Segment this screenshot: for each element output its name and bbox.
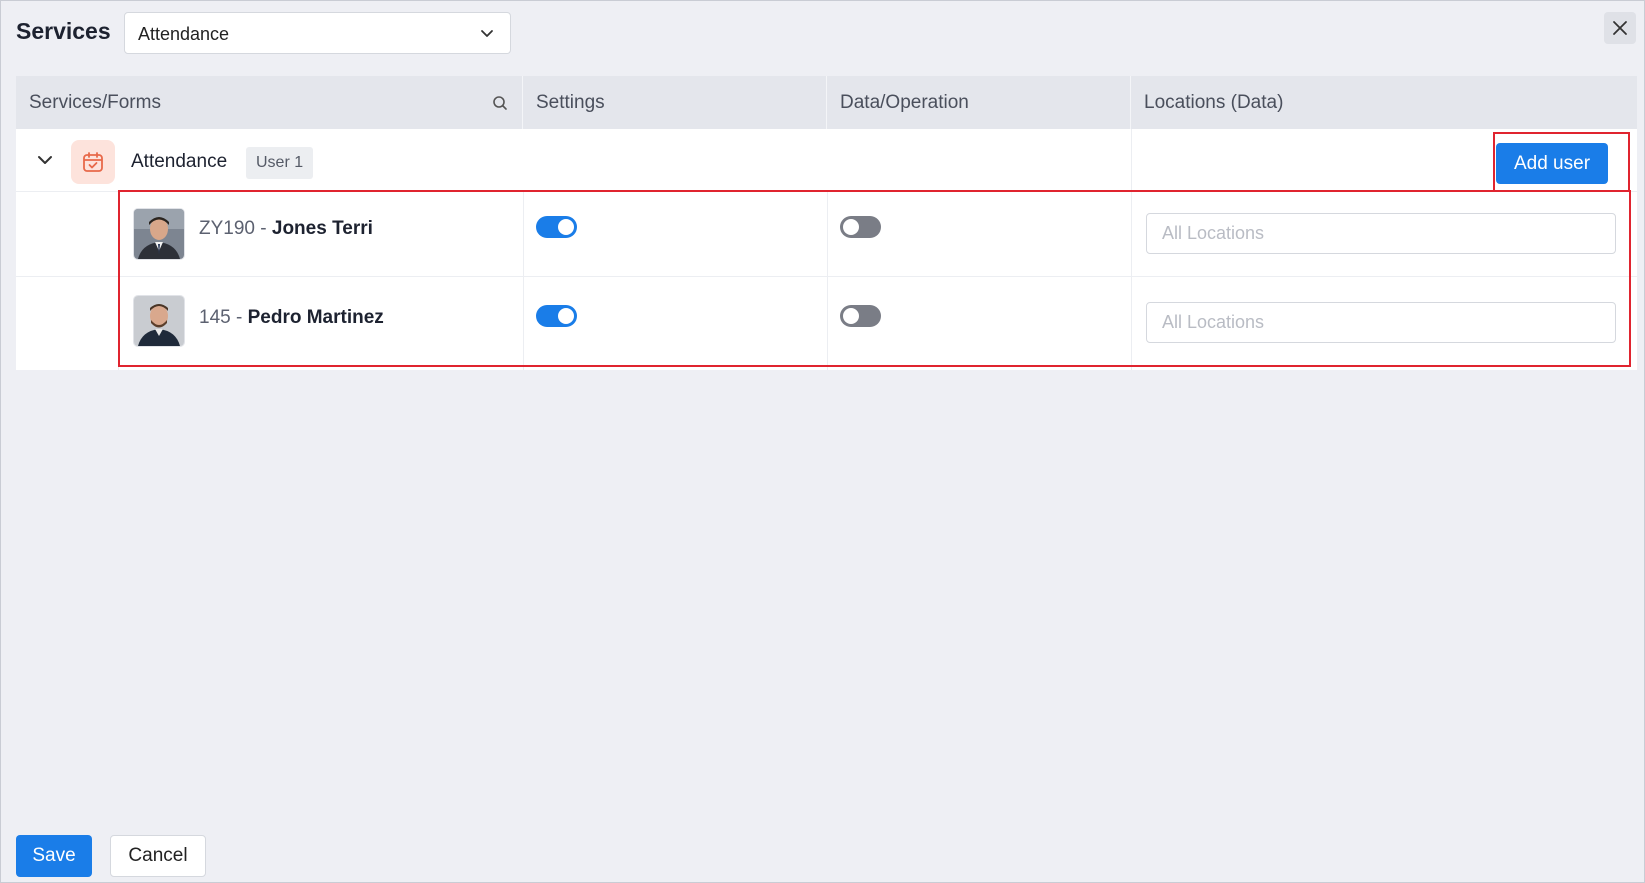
services-dialog: Services Attendance Services/Forms Setti… — [0, 0, 1645, 883]
table-header: Services/Forms Settings Data/Operation L… — [16, 76, 1637, 129]
search-icon[interactable] — [492, 95, 508, 111]
user-name: Jones Terri — [271, 218, 373, 239]
column-header-services: Services/Forms — [16, 76, 523, 129]
table-body: Attendance User 1 Add user ZY190 - Jones… — [16, 129, 1637, 370]
locations-input[interactable] — [1146, 302, 1616, 343]
column-header-label: Services/Forms — [29, 92, 161, 113]
save-button[interactable]: Save — [16, 835, 92, 877]
column-header-settings: Settings — [523, 76, 827, 129]
add-user-button[interactable]: Add user — [1496, 143, 1608, 184]
form-group-row: Attendance User 1 Add user — [16, 129, 1637, 192]
close-icon — [1613, 21, 1627, 35]
avatar — [133, 208, 185, 260]
data-operation-toggle[interactable] — [840, 216, 881, 238]
user-separator: - — [230, 307, 248, 328]
page-title: Services — [16, 18, 111, 44]
settings-toggle[interactable] — [536, 305, 577, 327]
chevron-down-icon[interactable] — [36, 151, 54, 169]
close-button[interactable] — [1604, 12, 1636, 44]
service-select-value: Attendance — [138, 24, 230, 44]
column-header-data-operation: Data/Operation — [827, 76, 1131, 129]
table-row: ZY190 - Jones Terri — [16, 192, 1637, 277]
settings-toggle[interactable] — [536, 216, 577, 238]
user-label: ZY190 - Jones Terri — [199, 218, 373, 240]
form-name: Attendance — [131, 151, 228, 172]
calendar-check-icon — [71, 140, 115, 184]
user-id: ZY190 — [199, 218, 255, 239]
cancel-button[interactable]: Cancel — [110, 835, 206, 877]
user-id: 145 — [199, 307, 231, 328]
table-row: 145 - Pedro Martinez — [16, 277, 1637, 370]
avatar — [133, 295, 185, 347]
data-operation-toggle[interactable] — [840, 305, 881, 327]
column-header-locations: Locations (Data) — [1144, 92, 1284, 113]
user-name: Pedro Martinez — [247, 307, 384, 328]
user-count-badge: User 1 — [246, 147, 314, 179]
service-select[interactable]: Attendance — [124, 12, 511, 54]
locations-input[interactable] — [1146, 213, 1616, 254]
user-label: 145 - Pedro Martinez — [199, 307, 384, 329]
user-separator: - — [254, 218, 272, 239]
chevron-down-icon — [481, 30, 493, 37]
